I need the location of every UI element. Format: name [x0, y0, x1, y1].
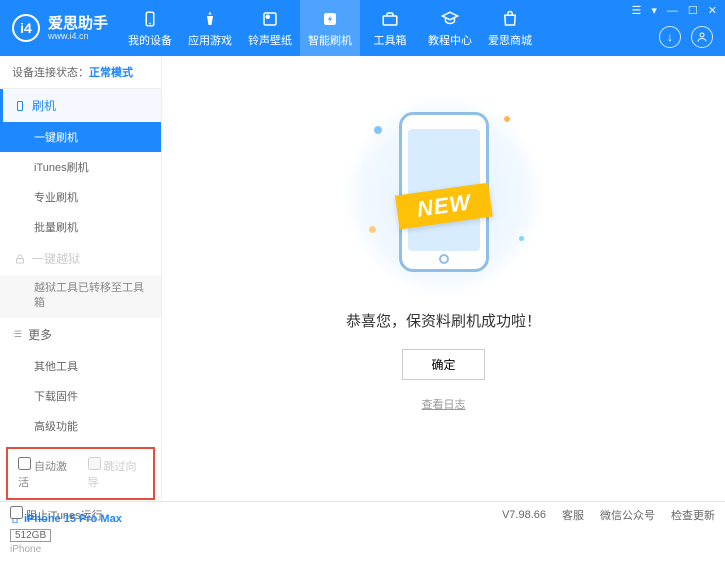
store-icon	[500, 9, 520, 29]
nav-wallpaper[interactable]: 铃声壁纸	[240, 0, 300, 56]
nav-flash[interactable]: 智能刷机	[300, 0, 360, 56]
sidebar-jailbreak-note: 越狱工具已转移至工具箱	[0, 275, 161, 318]
sidebar-advanced[interactable]: 高级功能	[0, 411, 161, 441]
status-bar: 设备连接状态：正常模式	[0, 56, 161, 89]
sidebar-itunes-flash[interactable]: iTunes刷机	[0, 152, 161, 182]
view-log-link[interactable]: 查看日志	[422, 396, 466, 412]
sidebar-pro-flash[interactable]: 专业刷机	[0, 182, 161, 212]
close-icon[interactable]: ✕	[708, 4, 717, 17]
footer-link-wechat[interactable]: 微信公众号	[600, 507, 655, 523]
nav-toolbox[interactable]: 工具箱	[360, 0, 420, 56]
sidebar-one-key-flash[interactable]: 一键刷机	[0, 122, 161, 152]
menu-icon[interactable]: ☰	[632, 4, 642, 17]
logo-area: i4 爱思助手 www.i4.cn	[0, 14, 120, 42]
sidebar: 设备连接状态：正常模式 刷机 一键刷机 iTunes刷机 专业刷机 批量刷机 一…	[0, 56, 162, 501]
maximize-icon[interactable]: ☐	[688, 4, 698, 17]
flash-icon	[320, 9, 340, 29]
nav-apps[interactable]: 应用游戏	[180, 0, 240, 56]
window-controls: ☰ ▾ — ☐ ✕	[632, 4, 718, 17]
sidebar-other-tools[interactable]: 其他工具	[0, 351, 161, 381]
lock-icon	[14, 253, 26, 265]
apps-icon	[200, 9, 220, 29]
app-header: i4 爱思助手 www.i4.cn 我的设备 应用游戏 铃声壁纸 智能刷机 工具…	[0, 0, 725, 56]
user-icon[interactable]	[691, 26, 713, 48]
success-illustration: NEW	[364, 96, 524, 296]
footer-link-support[interactable]: 客服	[562, 507, 584, 523]
logo-icon: i4	[12, 14, 40, 42]
sidebar-more-header[interactable]: ☰ 更多	[0, 318, 161, 351]
tutorial-icon	[440, 9, 460, 29]
sidebar-download-firmware[interactable]: 下载固件	[0, 381, 161, 411]
version-label: V7.98.66	[502, 509, 546, 521]
nav-my-device[interactable]: 我的设备	[120, 0, 180, 56]
storage-badge: 512GB	[10, 529, 51, 542]
block-itunes-checkbox[interactable]: 阻止iTunes运行	[10, 506, 103, 523]
device-icon	[140, 9, 160, 29]
toolbox-icon	[380, 9, 400, 29]
nav-store[interactable]: 爱思商城	[480, 0, 540, 56]
expand-icon: ☰	[14, 329, 22, 340]
skip-guide-checkbox[interactable]: 跳过向导	[88, 457, 144, 490]
device-type: iPhone	[10, 544, 151, 555]
footer-link-update[interactable]: 检查更新	[671, 507, 715, 523]
minimize-icon[interactable]: —	[667, 5, 678, 17]
body: 设备连接状态：正常模式 刷机 一键刷机 iTunes刷机 专业刷机 批量刷机 一…	[0, 56, 725, 501]
success-message: 恭喜您，保资料刷机成功啦！	[346, 310, 541, 331]
sidebar-batch-flash[interactable]: 批量刷机	[0, 212, 161, 242]
app-url: www.i4.cn	[48, 31, 108, 41]
sidebar-flash-header[interactable]: 刷机	[0, 89, 161, 122]
wallpaper-icon	[260, 9, 280, 29]
download-icon[interactable]: ↓	[659, 26, 681, 48]
phone-icon	[14, 99, 26, 113]
skin-icon[interactable]: ▾	[651, 4, 657, 17]
ok-button[interactable]: 确定	[402, 349, 484, 380]
sidebar-jailbreak-header: 一键越狱	[0, 242, 161, 275]
status-mode: 正常模式	[89, 67, 133, 79]
nav-tutorial[interactable]: 教程中心	[420, 0, 480, 56]
header-right: ↓	[659, 26, 713, 48]
app-name: 爱思助手	[48, 16, 108, 31]
auto-activate-checkbox[interactable]: 自动激活	[18, 457, 74, 490]
main-content: NEW 恭喜您，保资料刷机成功啦！ 确定 查看日志	[162, 56, 725, 501]
options-row: 自动激活 跳过向导	[6, 447, 155, 500]
